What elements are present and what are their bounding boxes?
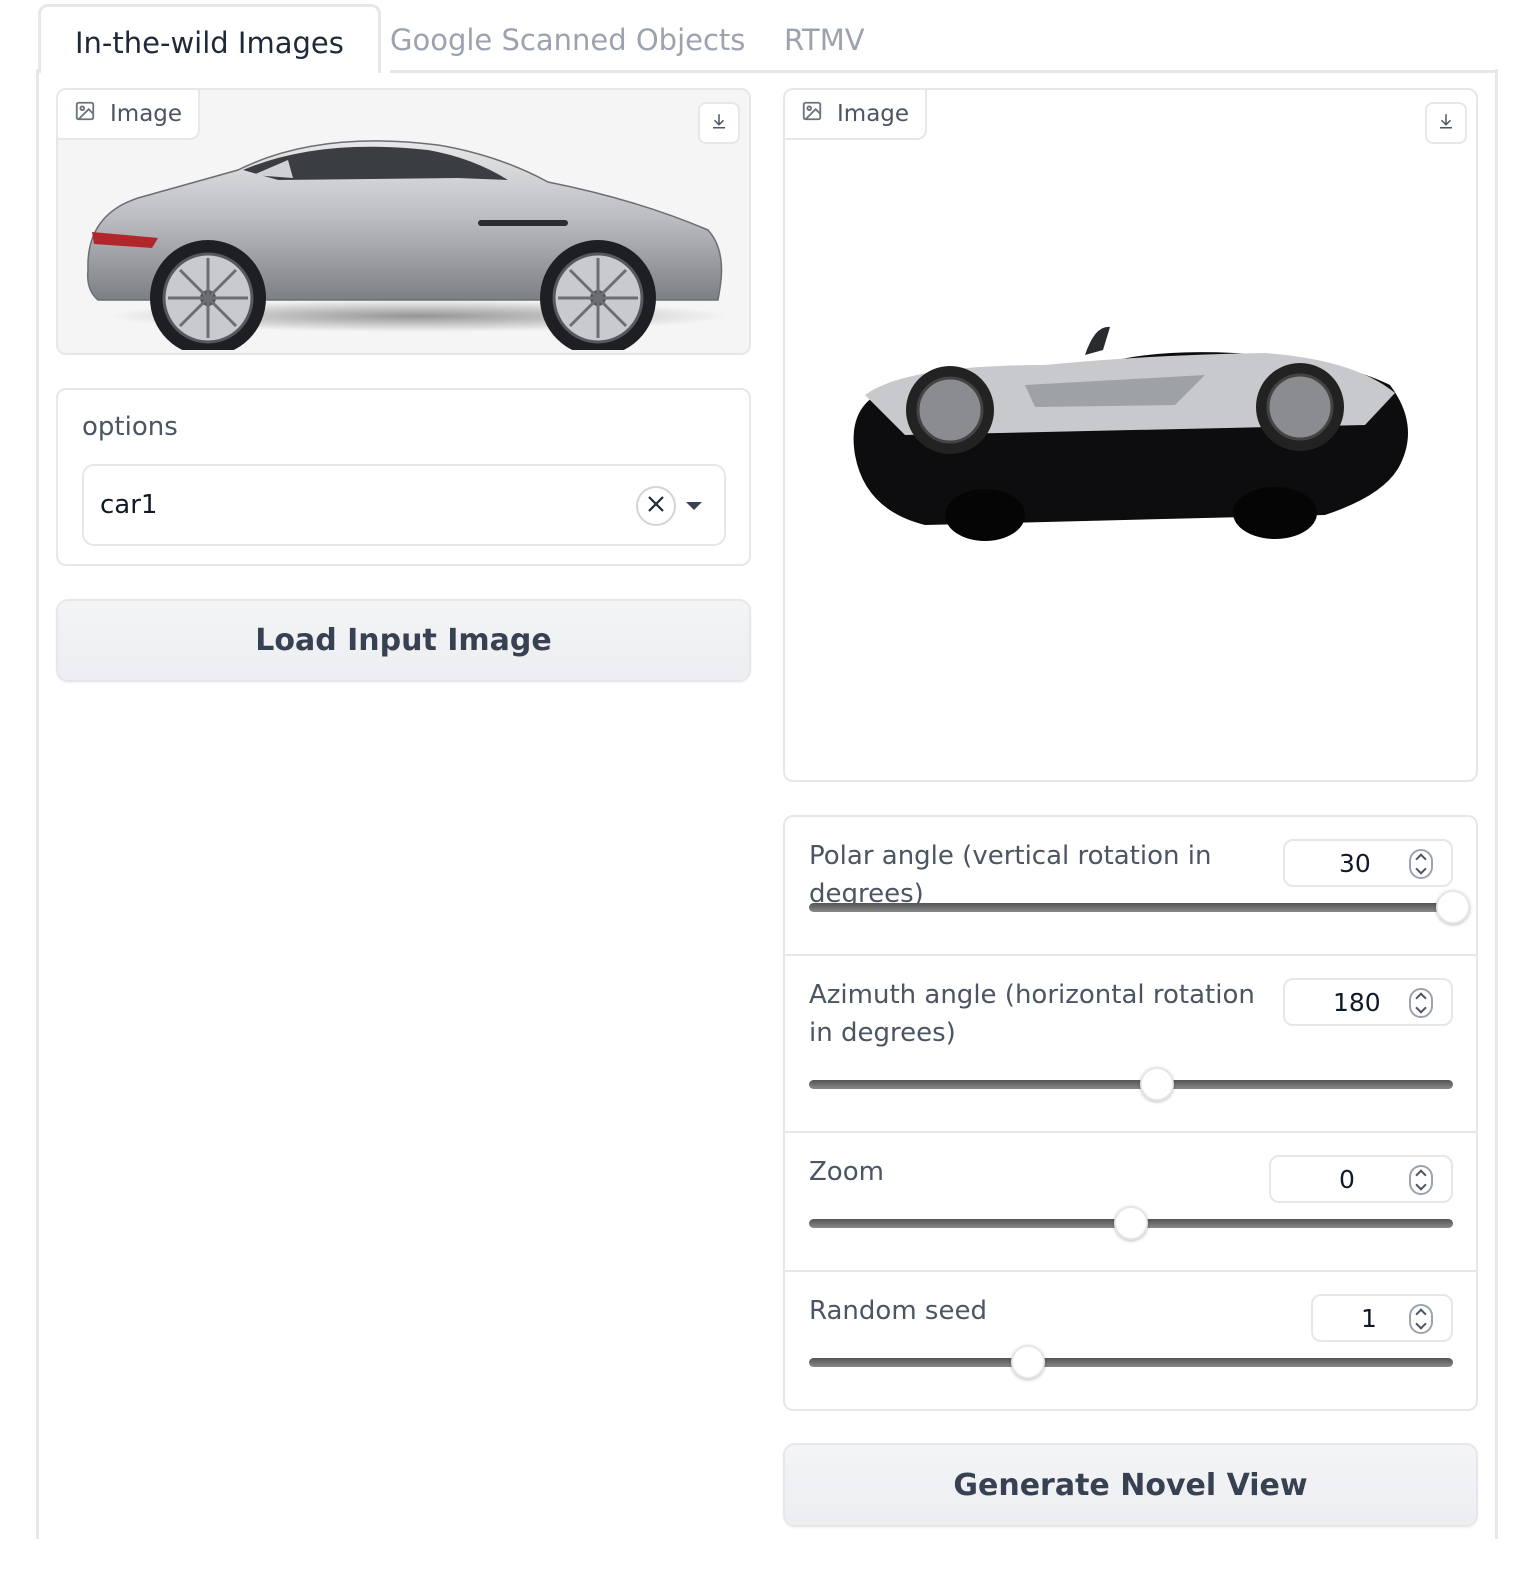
number-stepper-icon[interactable] xyxy=(1409,1304,1433,1334)
zoom-input[interactable]: 0 xyxy=(1269,1155,1453,1203)
polar-angle-slider[interactable] xyxy=(809,890,1470,924)
tab-in-the-wild-images[interactable]: In-the-wild Images xyxy=(38,4,381,73)
download-icon xyxy=(1437,112,1455,134)
polar-angle-value: 30 xyxy=(1339,849,1371,878)
options-selected-value: car1 xyxy=(100,490,158,520)
azimuth-angle-value: 180 xyxy=(1333,988,1381,1017)
zoom-value: 0 xyxy=(1339,1165,1355,1194)
random-seed-row: Random seed 1 xyxy=(785,1272,1476,1409)
zoom-label: Zoom xyxy=(809,1157,884,1187)
azimuth-angle-row: Azimuth angle (horizontal rotation in de… xyxy=(785,956,1476,1133)
chevron-down-icon[interactable] xyxy=(686,502,702,510)
options-panel: options car1 xyxy=(56,388,751,566)
options-label: options xyxy=(82,412,178,442)
input-image-panel[interactable]: Image xyxy=(56,88,751,355)
zoom-row: Zoom 0 xyxy=(785,1133,1476,1272)
input-image-label: Image xyxy=(58,90,201,140)
input-download-button[interactable] xyxy=(698,102,740,144)
polar-angle-label: Polar angle (vertical rotation in degree… xyxy=(809,841,1212,909)
options-dropdown[interactable]: car1 xyxy=(82,464,726,546)
download-icon xyxy=(710,112,728,134)
output-image-panel[interactable]: Image xyxy=(783,88,1478,782)
output-image-label-text: Image xyxy=(837,101,910,127)
output-car-image xyxy=(853,326,1408,541)
output-image-label: Image xyxy=(785,90,928,140)
azimuth-angle-slider[interactable] xyxy=(809,1067,1453,1101)
zoom-slider-thumb[interactable] xyxy=(1114,1206,1148,1240)
azimuth-angle-input[interactable]: 180 xyxy=(1283,978,1453,1026)
zoom-slider[interactable] xyxy=(809,1206,1453,1240)
tab-rtmv[interactable]: RTMV xyxy=(750,4,899,70)
number-stepper-icon[interactable] xyxy=(1409,1165,1433,1195)
polar-angle-row: Polar angle (vertical rotation in degree… xyxy=(785,817,1476,956)
clear-selection-button[interactable] xyxy=(636,486,676,526)
random-seed-slider[interactable] xyxy=(809,1345,1453,1379)
number-stepper-icon[interactable] xyxy=(1409,849,1433,879)
input-image-label-text: Image xyxy=(110,101,183,127)
azimuth-angle-label: Azimuth angle (horizontal rotation in de… xyxy=(809,980,1255,1048)
input-car-image xyxy=(86,140,728,350)
number-stepper-icon[interactable] xyxy=(1409,988,1433,1018)
tab-google-scanned-objects[interactable]: Google Scanned Objects xyxy=(356,4,779,70)
polar-angle-input[interactable]: 30 xyxy=(1283,839,1453,887)
sliders-panel: Polar angle (vertical rotation in degree… xyxy=(783,815,1478,1411)
image-icon xyxy=(801,100,823,128)
load-input-image-button[interactable]: Load Input Image xyxy=(56,599,751,682)
output-download-button[interactable] xyxy=(1425,102,1467,144)
random-seed-value: 1 xyxy=(1361,1304,1377,1333)
random-seed-slider-thumb[interactable] xyxy=(1010,1345,1045,1379)
tab-bar: In-the-wild Images Google Scanned Object… xyxy=(38,4,1498,73)
close-icon xyxy=(647,495,665,517)
generate-novel-view-button[interactable]: Generate Novel View xyxy=(783,1443,1478,1527)
random-seed-input[interactable]: 1 xyxy=(1311,1294,1453,1342)
azimuth-angle-slider-thumb[interactable] xyxy=(1139,1067,1174,1101)
polar-angle-slider-thumb[interactable] xyxy=(1436,890,1470,924)
random-seed-label: Random seed xyxy=(809,1296,987,1326)
image-icon xyxy=(74,100,96,128)
